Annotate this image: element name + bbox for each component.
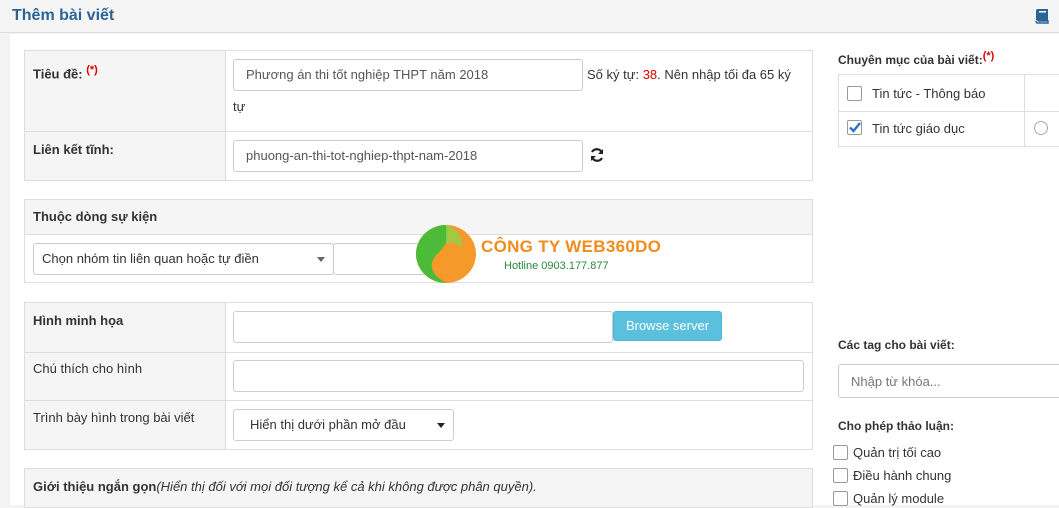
page-title: Thêm bài viết: [12, 7, 115, 24]
char-count-info: Số ký tự: 38. Nên nhập tối đa 65 ký: [587, 67, 791, 82]
browse-server-button[interactable]: Browse server: [613, 311, 722, 341]
title-label: Tiêu đề: (*): [33, 64, 98, 82]
watermark-hotline: Hotline 0903.177.877: [504, 260, 609, 272]
event-group-select[interactable]: Chọn nhóm tin liên quan hoặc tự điền: [33, 243, 334, 275]
image-path-input[interactable]: [233, 311, 613, 343]
discuss-checkbox-moderator[interactable]: [833, 468, 848, 483]
caption-input[interactable]: [233, 360, 804, 392]
char-count: 38: [642, 67, 658, 82]
char-count-wrap: tự: [233, 99, 246, 114]
display-label: Trình bày hình trong bài viết: [33, 410, 195, 425]
display-select[interactable]: Hiển thị dưới phần mở đầu: [233, 409, 454, 441]
discuss-checkbox-admin[interactable]: [833, 445, 848, 460]
discuss-label-module: Quản lý module: [853, 491, 945, 506]
alias-label: Liên kết tĩnh:: [33, 142, 114, 157]
discuss-label-moderator: Điều hành chung: [853, 468, 952, 483]
categories-table: [838, 74, 1059, 147]
category-label-education: Tin tức giáo dục: [872, 121, 965, 136]
chevron-down-icon: [317, 257, 325, 262]
title-input[interactable]: Phương án thi tốt nghiệp THPT năm 2018: [233, 59, 583, 91]
book-icon[interactable]: [1035, 8, 1049, 24]
tags-label: Các tag cho bài viết:: [838, 338, 955, 352]
image-label: Hình minh họa: [33, 313, 124, 328]
caption-label: Chú thích cho hình: [33, 361, 143, 376]
category-checkbox-education[interactable]: [847, 120, 862, 135]
page-header: Thêm bài viết: [0, 0, 1059, 33]
category-checkbox-news[interactable]: [847, 86, 862, 101]
event-text-input[interactable]: [333, 243, 428, 275]
company-logo: [416, 225, 476, 283]
category-label-news: Tin tức - Thông báo: [872, 86, 986, 101]
alias-input[interactable]: phuong-an-thi-tot-nghiep-thpt-nam-2018: [233, 140, 583, 172]
refresh-icon[interactable]: [589, 147, 605, 163]
required-mark: (*): [86, 64, 98, 76]
chevron-down-icon: [437, 423, 445, 428]
checkmark-icon: [849, 122, 861, 133]
primary-category-radio[interactable]: [1034, 121, 1048, 135]
event-label: Thuộc dòng sự kiện: [33, 209, 158, 224]
categories-label: Chuyên mục của bài viết:(*): [838, 50, 995, 67]
intro-label: Giới thiệu ngắn gọn(Hiển thị đối với mọi…: [33, 479, 537, 494]
tags-input[interactable]: [838, 364, 1059, 398]
watermark-company: CÔNG TY WEB360DO: [481, 237, 662, 256]
discuss-checkbox-module[interactable]: [833, 491, 848, 506]
intro-note: (Hiển thị đối với mọi đối tượng kể cả kh…: [156, 479, 537, 494]
discuss-label: Cho phép thảo luận:: [838, 419, 954, 433]
discuss-label-admin: Quản trị tối cao: [853, 445, 942, 460]
